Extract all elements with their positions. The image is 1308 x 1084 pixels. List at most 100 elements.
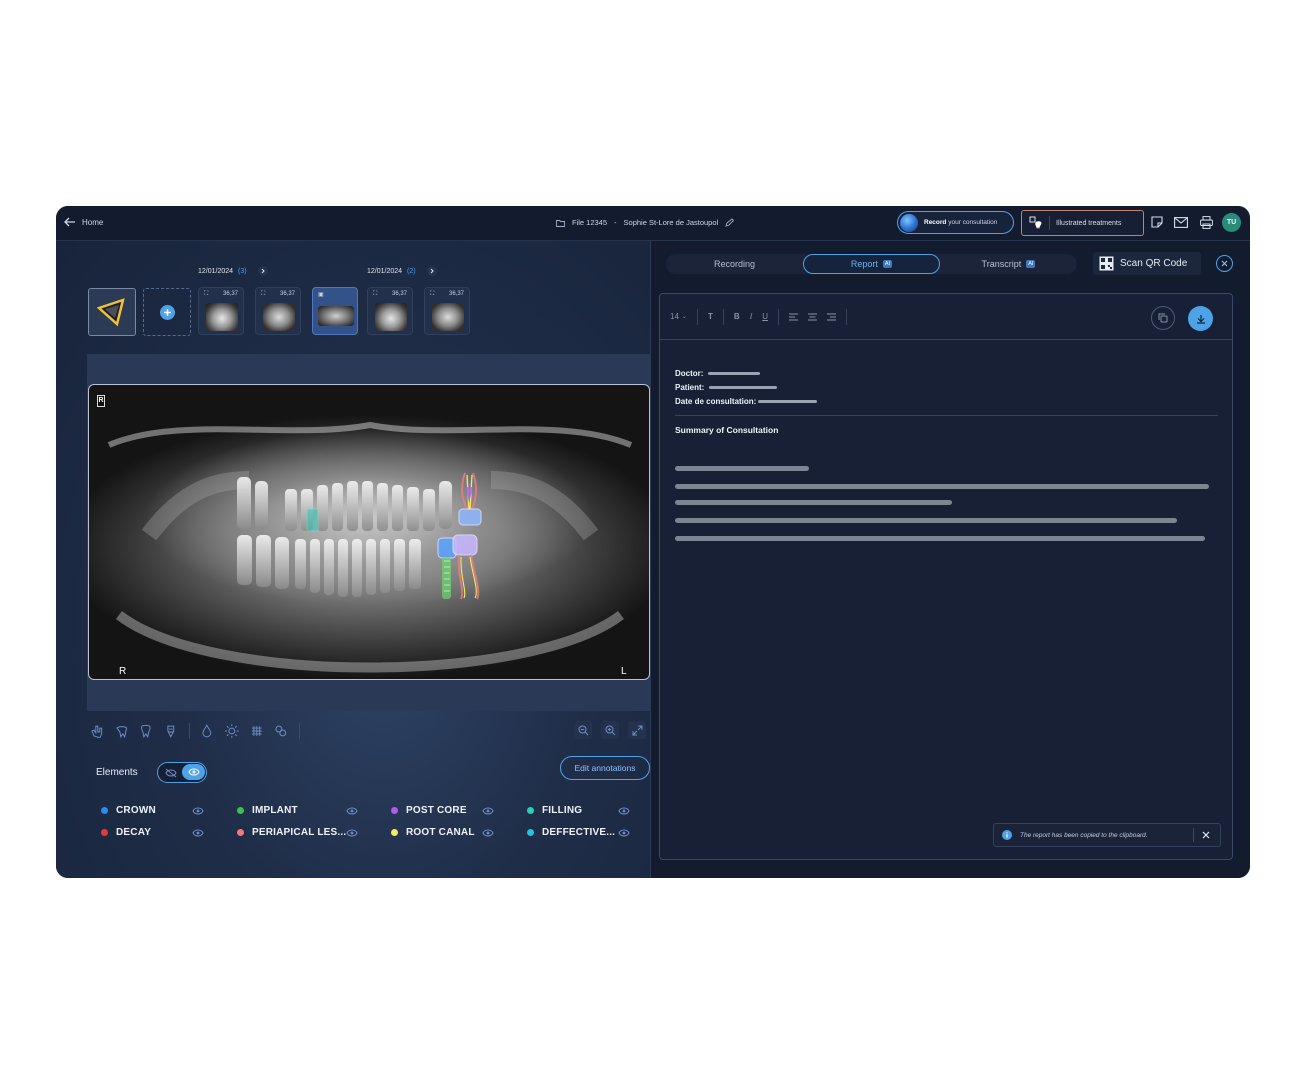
edit-pencil-icon[interactable] [725, 218, 735, 227]
legend-color-dot [237, 829, 244, 836]
toolbar-divider [188, 723, 190, 739]
legend-item: DECAY [101, 827, 151, 838]
tab-transcript[interactable]: Transcript AI [940, 254, 1077, 274]
thumb-teeth: 36,37 [222, 291, 238, 297]
eye-icon[interactable] [192, 807, 204, 815]
image-viewer-panel: 12/01/2024 (3) 12/01/2024 (2) ⛶ 36,37 ⛶ 36… [56, 241, 650, 878]
eye-icon[interactable] [482, 829, 494, 837]
record-rest-label: your consultation [946, 219, 998, 226]
print-icon[interactable] [1199, 215, 1213, 229]
legend-label: DECAY [116, 827, 152, 838]
chevron-right-icon[interactable] [426, 266, 437, 276]
thumb-teeth: 36,37 [448, 291, 464, 297]
editor-toolbar: 14 ⌄ T B I U [660, 294, 1232, 340]
legend-item: IMPLANT [237, 805, 298, 816]
illustrated-treatments-label: Illustrated treatments [1056, 219, 1122, 227]
toast-divider [1193, 828, 1194, 842]
align-left-icon[interactable] [789, 313, 799, 321]
tab-transcript-label: Transcript [981, 259, 1022, 269]
chevron-right-icon[interactable] [257, 266, 268, 276]
copy-button[interactable] [1151, 306, 1175, 330]
align-center-icon[interactable] [808, 313, 818, 321]
copy-icon [1158, 313, 1168, 323]
hand-tool-icon[interactable] [90, 724, 104, 738]
font-size-select[interactable]: 14 ⌄ [670, 312, 687, 321]
eye-icon[interactable] [618, 829, 630, 837]
scan-qr-label: Scan QR Code [1120, 258, 1188, 269]
gallery-group-1-header[interactable]: 12/01/2024 (3) [198, 266, 268, 276]
brightness-icon[interactable] [225, 724, 239, 738]
zoom-out-button[interactable] [574, 721, 592, 739]
thumbnail-image [318, 306, 354, 326]
xray-thumbnail[interactable]: ⛶ 36,37 [255, 287, 301, 335]
record-bold-label: Record [924, 219, 947, 226]
tab-report[interactable]: Report AI [803, 254, 940, 274]
filters-icon[interactable] [274, 724, 288, 738]
scan-qr-button[interactable]: Scan QR Code [1093, 252, 1201, 275]
italic-button[interactable]: I [750, 312, 753, 321]
eye-icon[interactable] [346, 807, 358, 815]
drop-icon[interactable] [200, 724, 214, 738]
close-icon[interactable] [1202, 831, 1210, 839]
implant-tooth-icon[interactable] [164, 724, 178, 738]
text-style-button[interactable]: T [708, 312, 713, 321]
doctor-field: Doctor: [675, 369, 761, 378]
xray-anatomy-overlay [107, 421, 633, 673]
legend-color-dot [391, 829, 398, 836]
eye-icon[interactable] [346, 829, 358, 837]
summary-text-placeholder [675, 518, 1177, 523]
tooth-icon[interactable] [139, 724, 153, 738]
eye-icon[interactable] [192, 829, 204, 837]
fullscreen-button[interactable] [628, 721, 646, 739]
summary-title: Summary of Consultation [675, 425, 779, 435]
thumb-teeth: 36,37 [279, 291, 295, 297]
mail-icon[interactable] [1173, 215, 1189, 229]
note-icon[interactable] [1150, 215, 1164, 229]
illustrated-treatments-button[interactable]: Illustrated treatments [1021, 210, 1144, 236]
patient-label: Patient: [675, 383, 705, 392]
record-consultation-button[interactable]: Record your consultation [897, 211, 1014, 234]
scanner-logo-tile[interactable] [88, 288, 136, 336]
close-icon [1221, 260, 1228, 267]
download-button[interactable] [1188, 306, 1213, 331]
xray-thumbnail-selected[interactable]: ▣ [312, 287, 358, 335]
eye-icon[interactable] [618, 807, 630, 815]
zoom-in-button[interactable] [601, 721, 619, 739]
doctor-label: Doctor: [675, 369, 704, 378]
bold-button[interactable]: B [734, 312, 740, 321]
xray-thumbnail[interactable]: ⛶ 36,37 [424, 287, 470, 335]
grid-icon[interactable] [250, 724, 264, 738]
gallery-group-2-header[interactable]: 12/01/2024 (2) [367, 266, 437, 276]
user-avatar[interactable]: TU [1222, 213, 1241, 232]
close-panel-button[interactable] [1216, 255, 1233, 272]
back-home-link[interactable]: Home [64, 217, 103, 227]
legend-label: ROOT CANAL [406, 827, 475, 838]
patient-name: Sophie St-Lore de Jastoupol [623, 218, 719, 227]
crown-tooth-icon[interactable] [115, 724, 129, 738]
app-window: Home File 12345 - Sophie St-Lore de Jast… [56, 206, 1250, 878]
right-side-marker: R [119, 666, 127, 677]
summary-text-placeholder [675, 484, 1209, 489]
plus-circle-icon [159, 304, 175, 320]
tooth-qr-icon [1029, 216, 1043, 230]
elements-label: Elements [96, 767, 138, 778]
summary-text-placeholder [675, 500, 952, 505]
thumbnail-image [206, 303, 238, 331]
legend-label: DEFFECTIVE... [542, 827, 616, 838]
eye-icon[interactable] [482, 807, 494, 815]
tab-recording[interactable]: Recording [666, 254, 803, 274]
xray-thumbnail[interactable]: ⛶ 36,37 [198, 287, 244, 335]
legend-color-dot [391, 807, 398, 814]
edit-annotations-button[interactable]: Edit annotations [560, 756, 650, 780]
legend-item: FILLING [527, 805, 582, 816]
legend-item: PERIAPICAL LES... [237, 827, 346, 838]
panoramic-xray-image[interactable]: R R L [88, 384, 650, 680]
align-right-icon[interactable] [827, 313, 837, 321]
underline-button[interactable]: U [762, 312, 768, 321]
add-image-tile[interactable] [143, 288, 191, 336]
tab-report-label: Report [850, 259, 878, 269]
thumbnail-image [263, 303, 295, 331]
annotation-toolbar [90, 722, 300, 740]
xray-thumbnail[interactable]: ⛶ 36,37 [367, 287, 413, 335]
visibility-toggle[interactable] [157, 762, 207, 783]
